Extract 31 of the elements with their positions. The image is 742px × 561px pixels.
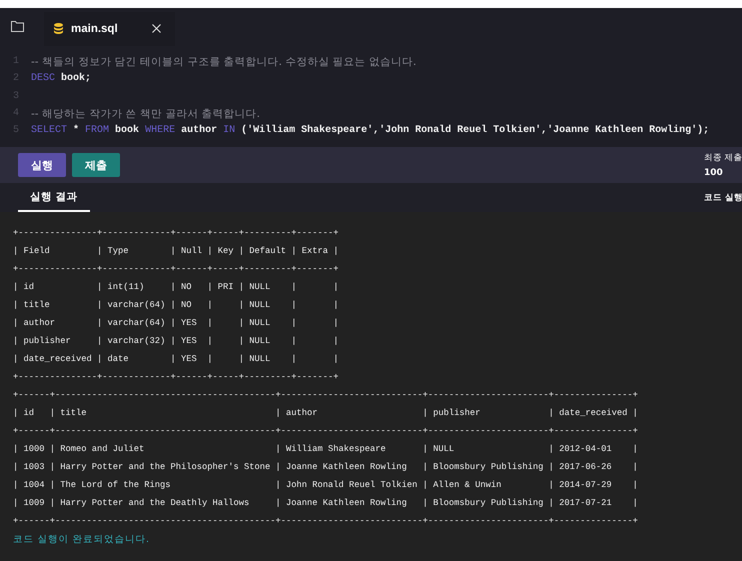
code-line: -- 책들의 정보가 담긴 테이블의 구조를 출력합니다. 수정하실 필요는 없습니다. <box>31 54 416 69</box>
run-button[interactable]: 실행 <box>18 153 66 177</box>
folder-icon[interactable] <box>11 21 24 32</box>
output-line: | 1009 | Harry Potter and the Deathly Hallows | Joanne Kathleen Rowling | Bloomsbury Publishing | 2017-07-21 | <box>13 498 638 508</box>
output-line: | publisher | varchar(32) | YES | | NULL | | <box>13 336 339 346</box>
score-value: 100 <box>704 168 724 178</box>
output-line: | Field | Type | Null | Key | Default | Extra | <box>13 246 339 256</box>
output-line: +------+------------------------------------------+---------------------------+-----------------------+---------------+ <box>13 426 638 436</box>
output-line: | id | title | author | publisher | date_received | <box>13 408 638 418</box>
database-icon <box>54 23 63 34</box>
output-line: +------+------------------------------------------+---------------------------+-----------------------+---------------+ <box>13 516 638 526</box>
completion-message: 코드 실행이 완료되었습니다. <box>13 532 150 546</box>
output-line: +---------------+-------------+------+-----+---------+-------+ <box>13 264 339 274</box>
close-icon[interactable] <box>152 24 161 33</box>
code-line: -- 해당하는 작가가 쓴 책만 골라서 출력합니다. <box>31 106 260 121</box>
output-line: | 1000 | Romeo and Juliet | William Shakespeare | NULL | 2012-04-01 | <box>13 444 638 454</box>
output-line: +---------------+-------------+------+-----+---------+-------+ <box>13 372 339 382</box>
code-line: DESC book; <box>31 73 92 84</box>
output-line: +---------------+-------------+------+-----+---------+-------+ <box>13 228 339 238</box>
output-line: | 1004 | The Lord of the Rings | John Ronald Reuel Tolkien | Allen & Unwin | 2014-07-29 | <box>13 480 638 490</box>
file-tab[interactable]: main.sql <box>44 12 175 46</box>
submit-button[interactable]: 제출 <box>72 153 120 177</box>
output-line: | 1003 | Harry Potter and the Philosopher's Stone | Joanne Kathleen Rowling | Bloomsbury Publishing | 2017-06-26 | <box>13 462 638 472</box>
score-label: 최종 제출 <box>704 152 742 164</box>
output-line: | author | varchar(64) | YES | | NULL | | <box>13 318 339 328</box>
output-line: +------+------------------------------------------+---------------------------+-----------------------+---------------+ <box>13 390 638 400</box>
status-text: 코드 실행 <box>704 192 742 204</box>
output-line: | title | varchar(64) | NO | | NULL | | <box>13 300 339 310</box>
output-line: | date_received | date | YES | | NULL | | <box>13 354 339 364</box>
code-line: SELECT * FROM book WHERE author IN ('William Shakespeare','John Ronald Reuel Tolkien','Joanne Kathleen Rowling'); <box>31 125 710 136</box>
output-line: | id | int(11) | NO | PRI | NULL | | <box>13 282 339 292</box>
